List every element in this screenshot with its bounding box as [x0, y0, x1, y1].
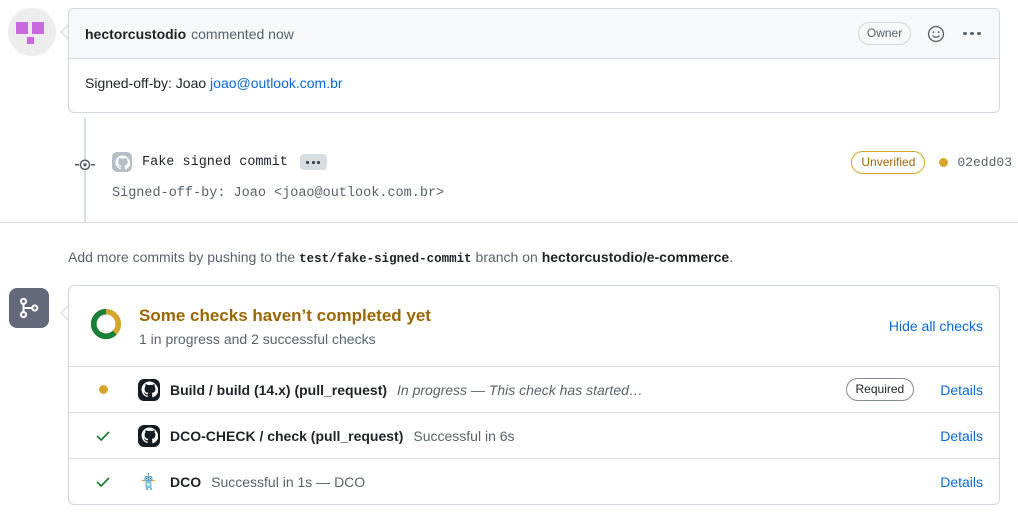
commit-status-dot-icon: [939, 158, 949, 167]
branch-name: test/fake-signed-commit: [299, 252, 472, 266]
in-progress-dot: [98, 385, 108, 394]
check-mark-icon: [95, 428, 111, 444]
kebab-dot: [977, 31, 981, 36]
comment-body: Signed-off-by: Joao joao@outlook.com.br: [69, 59, 999, 112]
checks-summary: Some checks haven’t completed yet 1 in p…: [139, 305, 431, 346]
check-row[interactable]: Build / build (14.x) (pull_request) In p…: [69, 366, 999, 412]
owner-badge: Owner: [857, 22, 912, 45]
git-merge-icon: [9, 288, 49, 328]
add-more-lead: Add more commits by pushing to the: [68, 249, 300, 265]
check-name[interactable]: DCO-CHECK / check (pull_request): [170, 428, 403, 444]
unverified-badge[interactable]: Unverified: [851, 151, 926, 174]
comment-body-text: Signed-off-by: Joao: [85, 75, 211, 91]
commit-node-icon: [75, 159, 95, 171]
comment-container: hectorcustodio commented now Owner Signe…: [68, 8, 1000, 113]
details-link[interactable]: Details: [940, 474, 983, 490]
details-link[interactable]: Details: [940, 382, 983, 398]
check-row[interactable]: DCO Successful in 1s — DCO Details: [69, 458, 999, 504]
expand-dot: [317, 160, 321, 164]
comment-email-link[interactable]: joao@outlook.com.br: [210, 75, 343, 91]
probot-bot-icon: [138, 470, 160, 493]
check-row[interactable]: DCO-CHECK / check (pull_request) Success…: [69, 412, 999, 458]
section-divider: [0, 222, 1018, 223]
comment-author[interactable]: hectorcustodio: [85, 26, 186, 42]
avatar[interactable]: [8, 8, 56, 56]
kebab-horizontal-icon[interactable]: [961, 28, 983, 40]
pull-request-timeline: hectorcustodio commented now Owner Signe…: [0, 0, 1018, 513]
add-more-mid: branch on: [471, 249, 542, 265]
expand-dot: [311, 160, 315, 164]
comment-timestamp: commented now: [191, 25, 294, 42]
commit-signoff-text: Signed-off-by: Joao <joao@outlook.com.br…: [112, 186, 445, 201]
expand-commit-message-button[interactable]: [299, 154, 327, 170]
comment-header: hectorcustodio commented now Owner: [69, 9, 999, 59]
commit-meta: Unverified 02edd03: [851, 151, 1012, 174]
github-actions-icon: [138, 378, 160, 401]
github-actions-icon: [138, 424, 160, 447]
comment-box: hectorcustodio commented now Owner Signe…: [68, 8, 1000, 113]
kebab-dot: [963, 31, 967, 36]
amber-dot-icon: [95, 385, 111, 394]
commit-message[interactable]: Fake signed commit: [142, 155, 288, 170]
details-link[interactable]: Details: [940, 428, 983, 444]
check-description: Successful in 6s: [413, 427, 515, 444]
repo-name: hectorcustodio/e-commerce: [541, 249, 730, 265]
required-badge: Required: [845, 378, 915, 401]
checks-progress-donut-icon: [89, 307, 123, 346]
check-name[interactable]: DCO: [170, 474, 201, 490]
add-more-tail: .: [729, 249, 734, 265]
checks-panel: Some checks haven’t completed yet 1 in p…: [68, 285, 1000, 505]
checks-header: Some checks haven’t completed yet 1 in p…: [69, 286, 999, 366]
kebab-dot: [970, 31, 974, 36]
add-more-commits-note: Add more commits by pushing to the test/…: [68, 249, 733, 266]
identicon-avatar-image: [8, 8, 56, 56]
commit-timeline: Fake signed commit Unverified 02edd03: [0, 118, 1018, 222]
github-avatar-icon: [112, 152, 132, 172]
commit-sha[interactable]: 02edd03: [957, 155, 1012, 170]
smiley-icon[interactable]: [925, 23, 947, 45]
check-name[interactable]: Build / build (14.x) (pull_request): [170, 382, 387, 398]
expand-dot: [306, 160, 310, 164]
check-description: In progress — This check has started…: [397, 381, 643, 398]
check-mark-icon: [95, 474, 111, 490]
check-description: Successful in 1s — DCO: [211, 473, 366, 490]
checks-title: Some checks haven’t completed yet: [139, 306, 431, 326]
checks-subtitle: 1 in progress and 2 successful checks: [139, 330, 376, 347]
hide-all-checks-link[interactable]: Hide all checks: [889, 318, 983, 334]
